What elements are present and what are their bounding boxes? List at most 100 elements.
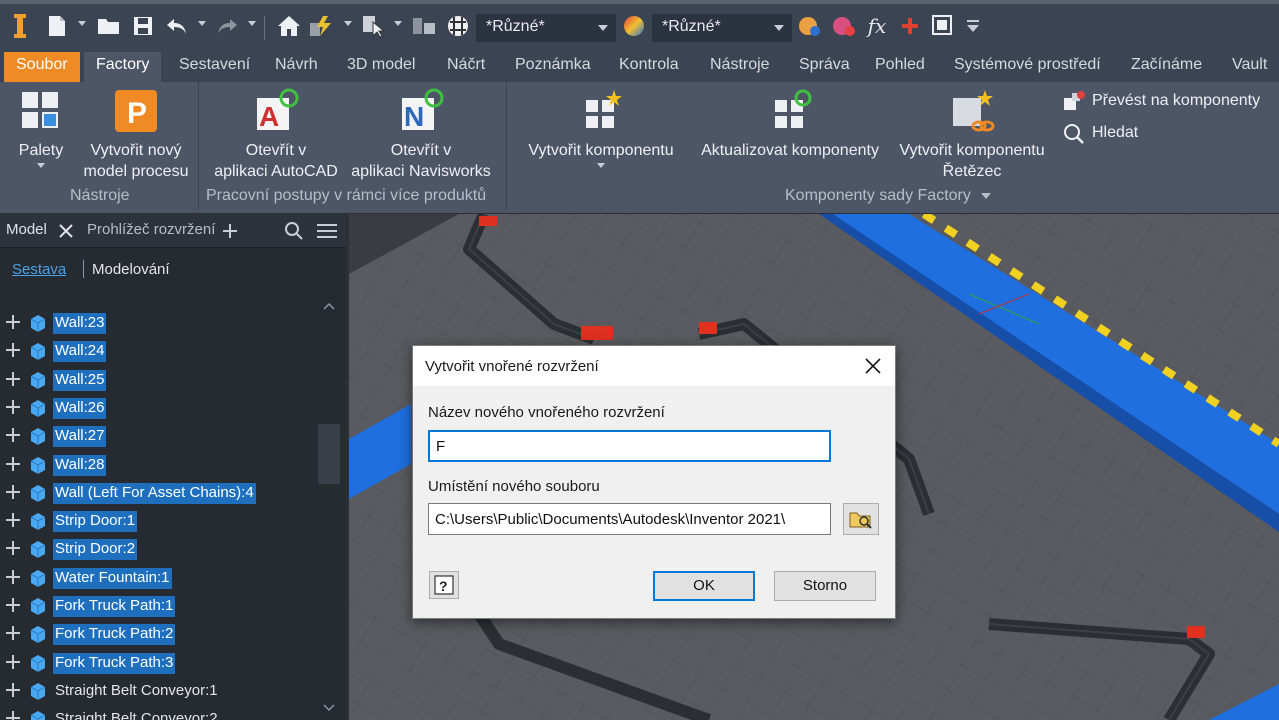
scroll-up-icon[interactable] xyxy=(323,302,335,310)
expand-icon[interactable] xyxy=(6,513,20,528)
browser-tab-layout[interactable]: Prohlížeč rozvržení xyxy=(87,221,215,238)
expand-icon[interactable] xyxy=(6,541,20,556)
browser-tab-model[interactable]: Model xyxy=(6,221,47,238)
expand-icon[interactable] xyxy=(6,343,20,358)
expand-icon[interactable] xyxy=(6,456,20,471)
ilogic-icon[interactable] xyxy=(930,12,958,40)
tab-3d-model[interactable]: 3D model xyxy=(335,52,427,82)
menu-icon[interactable] xyxy=(316,222,338,240)
browser-scrollbar[interactable] xyxy=(318,294,340,720)
material-ball-icon[interactable] xyxy=(444,12,472,40)
tab-sestaveni[interactable]: Sestavení xyxy=(167,52,262,82)
redo-dropdown-icon[interactable] xyxy=(248,21,256,26)
expand-icon[interactable] xyxy=(6,626,20,641)
open-in-autocad-button[interactable]: A Otevřít v aplikaci AutoCAD xyxy=(208,88,344,182)
tree-row[interactable]: Strip Door:1 xyxy=(0,507,318,535)
tree-row[interactable]: Wall:24 xyxy=(0,337,318,365)
new-file-icon[interactable] xyxy=(44,12,70,40)
expand-icon[interactable] xyxy=(6,682,20,697)
expand-icon[interactable] xyxy=(6,428,20,443)
tab-soubor[interactable]: Soubor xyxy=(4,52,80,82)
undo-icon[interactable] xyxy=(164,12,190,40)
undo-dropdown-icon[interactable] xyxy=(198,21,206,26)
create-chain-component-button[interactable]: Vytvořit komponentu Řetězec xyxy=(890,88,1054,182)
expand-icon[interactable] xyxy=(6,711,20,720)
tree-row[interactable]: Wall:27 xyxy=(0,422,318,450)
save-icon[interactable] xyxy=(130,12,156,40)
add-tab-icon[interactable] xyxy=(222,223,238,239)
tab-vault[interactable]: Vault xyxy=(1220,52,1279,82)
expand-icon[interactable] xyxy=(6,484,20,499)
add-plus-icon[interactable] xyxy=(898,12,922,40)
tab-systemove-prostredi[interactable]: Systémové prostředí xyxy=(942,52,1113,82)
expand-icon[interactable] xyxy=(6,399,20,414)
tree-row[interactable]: Strip Door:2 xyxy=(0,535,318,563)
tree-row[interactable]: Straight Belt Conveyor:2 xyxy=(0,705,318,720)
tree-row[interactable]: Wall:28 xyxy=(0,451,318,479)
create-component-button[interactable]: Vytvořit komponentu xyxy=(518,88,684,168)
expand-icon[interactable] xyxy=(6,654,20,669)
mode-modelovani[interactable]: Modelování xyxy=(92,261,170,278)
tree-row[interactable]: Straight Belt Conveyor:1 xyxy=(0,677,318,705)
close-icon[interactable] xyxy=(863,356,883,376)
search-icon[interactable] xyxy=(284,221,304,241)
expand-icon[interactable] xyxy=(6,569,20,584)
customize-toolbar-icon[interactable] xyxy=(964,12,982,40)
new-dropdown-icon[interactable] xyxy=(78,21,86,26)
ribbon-panel: Palety P Vytvořit nový model procesu Nás… xyxy=(0,82,1279,214)
search-button[interactable]: Hledat xyxy=(1062,122,1138,144)
expand-icon[interactable] xyxy=(6,598,20,612)
select-icon[interactable] xyxy=(360,12,388,40)
tree-row[interactable]: Wall (Left For Asset Chains):4 xyxy=(0,479,318,507)
scroll-down-icon[interactable] xyxy=(323,704,335,712)
tab-kontrola[interactable]: Kontrola xyxy=(607,52,691,82)
tab-nastroje[interactable]: Nástroje xyxy=(698,52,782,82)
mode-sestava[interactable]: Sestava xyxy=(12,261,66,278)
tab-zaciname[interactable]: Začínáme xyxy=(1119,52,1214,82)
palety-button[interactable]: Palety xyxy=(10,88,72,168)
parameters-fx-icon[interactable]: fx xyxy=(864,12,890,40)
tree-row[interactable]: Water Fountain:1 xyxy=(0,564,318,592)
material-combo[interactable]: *Různé* xyxy=(476,14,616,42)
tree-row[interactable]: Fork Truck Path:2 xyxy=(0,620,318,648)
tree-row[interactable]: Fork Truck Path:3 xyxy=(0,649,318,677)
file-location-input[interactable] xyxy=(428,503,831,535)
clear-appearance-icon[interactable] xyxy=(830,12,858,40)
panel-label-komponenty[interactable]: Komponenty sady Factory xyxy=(785,187,992,205)
tab-sprava[interactable]: Správa xyxy=(787,52,862,82)
help-button[interactable]: ? xyxy=(429,571,459,599)
tree-row-label: Wall:28 xyxy=(53,454,107,476)
update-dropdown-icon[interactable] xyxy=(344,21,352,26)
browse-folder-button[interactable] xyxy=(843,503,879,535)
cancel-button[interactable]: Storno xyxy=(774,571,876,601)
inventor-logo-icon[interactable] xyxy=(10,12,30,40)
update-lightning-icon[interactable] xyxy=(308,12,336,40)
tab-navrh[interactable]: Návrh xyxy=(263,52,330,82)
sketch-properties-icon[interactable] xyxy=(410,12,438,40)
home-icon[interactable] xyxy=(276,12,302,40)
new-process-model-button[interactable]: P Vytvořit nový model procesu xyxy=(78,88,194,182)
close-icon[interactable] xyxy=(58,223,74,239)
convert-to-components-button[interactable]: Převést na komponenty xyxy=(1062,90,1260,112)
layout-name-input[interactable] xyxy=(428,430,831,462)
tree-row[interactable]: Wall:26 xyxy=(0,394,318,422)
redo-icon[interactable] xyxy=(214,12,240,40)
select-dropdown-icon[interactable] xyxy=(394,21,402,26)
open-in-navisworks-button[interactable]: N Otevřít v aplikaci Navisworks xyxy=(348,88,494,182)
tree-row[interactable]: Wall:25 xyxy=(0,366,318,394)
tab-poznamka[interactable]: Poznámka xyxy=(503,52,603,82)
tab-factory[interactable]: Factory xyxy=(84,52,162,82)
appearance-ball-icon[interactable] xyxy=(620,12,648,40)
open-folder-icon[interactable] xyxy=(96,12,122,40)
adjust-appearance-icon[interactable] xyxy=(796,12,824,40)
appearance-combo[interactable]: *Různé* xyxy=(652,14,792,42)
expand-icon[interactable] xyxy=(6,315,20,329)
scrollbar-thumb[interactable] xyxy=(318,424,340,484)
tab-nacrt[interactable]: Náčrt xyxy=(435,52,497,82)
tab-pohled[interactable]: Pohled xyxy=(863,52,937,82)
tree-row[interactable]: Fork Truck Path:1 xyxy=(0,592,318,620)
ok-button[interactable]: OK xyxy=(653,571,755,601)
tree-row[interactable]: Wall:23 xyxy=(0,309,318,337)
expand-icon[interactable] xyxy=(6,371,20,386)
update-components-button[interactable]: Aktualizovat komponenty xyxy=(692,88,888,161)
